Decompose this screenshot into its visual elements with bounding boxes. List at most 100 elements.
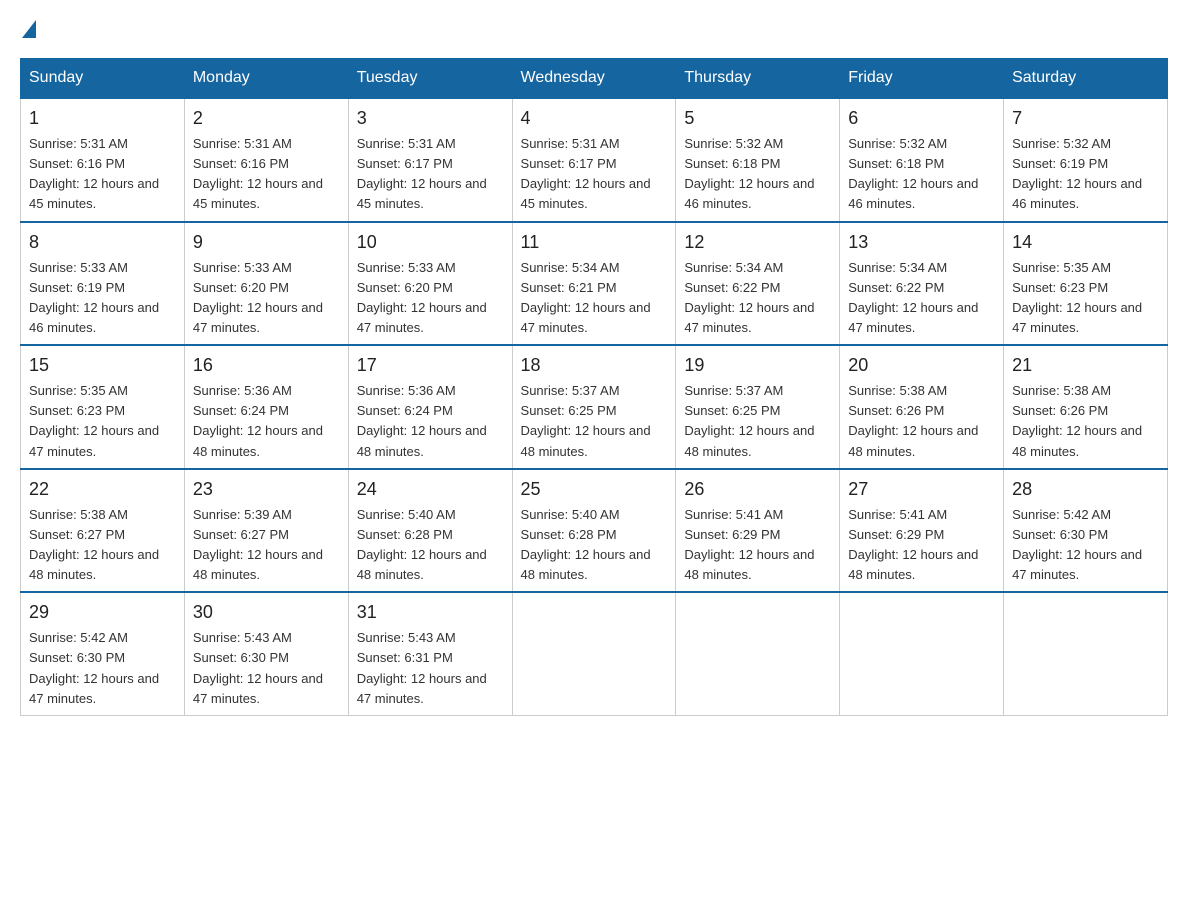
calendar-cell: 20 Sunrise: 5:38 AMSunset: 6:26 PMDaylig… — [840, 345, 1004, 469]
header-sunday: Sunday — [21, 59, 185, 99]
day-number: 4 — [521, 105, 668, 132]
calendar-cell: 4 Sunrise: 5:31 AMSunset: 6:17 PMDayligh… — [512, 98, 676, 222]
day-info: Sunrise: 5:33 AMSunset: 6:20 PMDaylight:… — [357, 260, 487, 335]
calendar-cell: 22 Sunrise: 5:38 AMSunset: 6:27 PMDaylig… — [21, 469, 185, 593]
day-info: Sunrise: 5:37 AMSunset: 6:25 PMDaylight:… — [684, 383, 814, 458]
day-number: 27 — [848, 476, 995, 503]
calendar-cell — [1004, 592, 1168, 715]
day-number: 12 — [684, 229, 831, 256]
calendar-cell: 7 Sunrise: 5:32 AMSunset: 6:19 PMDayligh… — [1004, 98, 1168, 222]
day-number: 3 — [357, 105, 504, 132]
day-number: 20 — [848, 352, 995, 379]
day-number: 16 — [193, 352, 340, 379]
week-row-4: 22 Sunrise: 5:38 AMSunset: 6:27 PMDaylig… — [21, 469, 1168, 593]
day-info: Sunrise: 5:40 AMSunset: 6:28 PMDaylight:… — [357, 507, 487, 582]
day-info: Sunrise: 5:31 AMSunset: 6:16 PMDaylight:… — [29, 136, 159, 211]
calendar-cell: 29 Sunrise: 5:42 AMSunset: 6:30 PMDaylig… — [21, 592, 185, 715]
calendar-cell: 9 Sunrise: 5:33 AMSunset: 6:20 PMDayligh… — [184, 222, 348, 346]
day-number: 31 — [357, 599, 504, 626]
day-number: 1 — [29, 105, 176, 132]
day-info: Sunrise: 5:42 AMSunset: 6:30 PMDaylight:… — [29, 630, 159, 705]
week-row-1: 1 Sunrise: 5:31 AMSunset: 6:16 PMDayligh… — [21, 98, 1168, 222]
calendar-cell: 31 Sunrise: 5:43 AMSunset: 6:31 PMDaylig… — [348, 592, 512, 715]
week-row-2: 8 Sunrise: 5:33 AMSunset: 6:19 PMDayligh… — [21, 222, 1168, 346]
calendar-cell: 24 Sunrise: 5:40 AMSunset: 6:28 PMDaylig… — [348, 469, 512, 593]
day-number: 8 — [29, 229, 176, 256]
calendar-table: SundayMondayTuesdayWednesdayThursdayFrid… — [20, 58, 1168, 716]
calendar-cell: 28 Sunrise: 5:42 AMSunset: 6:30 PMDaylig… — [1004, 469, 1168, 593]
day-number: 30 — [193, 599, 340, 626]
day-number: 6 — [848, 105, 995, 132]
calendar-cell: 26 Sunrise: 5:41 AMSunset: 6:29 PMDaylig… — [676, 469, 840, 593]
logo-triangle-icon — [22, 20, 36, 38]
week-row-3: 15 Sunrise: 5:35 AMSunset: 6:23 PMDaylig… — [21, 345, 1168, 469]
logo — [20, 20, 38, 38]
page-header — [20, 20, 1168, 38]
day-info: Sunrise: 5:35 AMSunset: 6:23 PMDaylight:… — [29, 383, 159, 458]
day-info: Sunrise: 5:43 AMSunset: 6:30 PMDaylight:… — [193, 630, 323, 705]
day-number: 22 — [29, 476, 176, 503]
day-number: 9 — [193, 229, 340, 256]
day-number: 28 — [1012, 476, 1159, 503]
calendar-cell: 25 Sunrise: 5:40 AMSunset: 6:28 PMDaylig… — [512, 469, 676, 593]
day-info: Sunrise: 5:42 AMSunset: 6:30 PMDaylight:… — [1012, 507, 1142, 582]
day-info: Sunrise: 5:38 AMSunset: 6:26 PMDaylight:… — [1012, 383, 1142, 458]
header-thursday: Thursday — [676, 59, 840, 99]
day-info: Sunrise: 5:35 AMSunset: 6:23 PMDaylight:… — [1012, 260, 1142, 335]
day-number: 17 — [357, 352, 504, 379]
day-info: Sunrise: 5:34 AMSunset: 6:22 PMDaylight:… — [848, 260, 978, 335]
day-info: Sunrise: 5:36 AMSunset: 6:24 PMDaylight:… — [193, 383, 323, 458]
header-monday: Monday — [184, 59, 348, 99]
day-number: 11 — [521, 229, 668, 256]
day-info: Sunrise: 5:33 AMSunset: 6:19 PMDaylight:… — [29, 260, 159, 335]
calendar-cell: 1 Sunrise: 5:31 AMSunset: 6:16 PMDayligh… — [21, 98, 185, 222]
day-number: 29 — [29, 599, 176, 626]
day-info: Sunrise: 5:31 AMSunset: 6:17 PMDaylight:… — [357, 136, 487, 211]
day-info: Sunrise: 5:34 AMSunset: 6:21 PMDaylight:… — [521, 260, 651, 335]
calendar-cell: 19 Sunrise: 5:37 AMSunset: 6:25 PMDaylig… — [676, 345, 840, 469]
calendar-cell: 15 Sunrise: 5:35 AMSunset: 6:23 PMDaylig… — [21, 345, 185, 469]
day-info: Sunrise: 5:32 AMSunset: 6:18 PMDaylight:… — [684, 136, 814, 211]
day-number: 25 — [521, 476, 668, 503]
header-friday: Friday — [840, 59, 1004, 99]
day-info: Sunrise: 5:32 AMSunset: 6:19 PMDaylight:… — [1012, 136, 1142, 211]
day-info: Sunrise: 5:39 AMSunset: 6:27 PMDaylight:… — [193, 507, 323, 582]
day-number: 26 — [684, 476, 831, 503]
header-saturday: Saturday — [1004, 59, 1168, 99]
calendar-cell: 2 Sunrise: 5:31 AMSunset: 6:16 PMDayligh… — [184, 98, 348, 222]
day-number: 7 — [1012, 105, 1159, 132]
day-number: 2 — [193, 105, 340, 132]
calendar-cell — [512, 592, 676, 715]
day-number: 19 — [684, 352, 831, 379]
calendar-cell: 18 Sunrise: 5:37 AMSunset: 6:25 PMDaylig… — [512, 345, 676, 469]
day-info: Sunrise: 5:31 AMSunset: 6:17 PMDaylight:… — [521, 136, 651, 211]
header-tuesday: Tuesday — [348, 59, 512, 99]
day-number: 14 — [1012, 229, 1159, 256]
calendar-cell: 13 Sunrise: 5:34 AMSunset: 6:22 PMDaylig… — [840, 222, 1004, 346]
calendar-header-row: SundayMondayTuesdayWednesdayThursdayFrid… — [21, 59, 1168, 99]
calendar-cell: 8 Sunrise: 5:33 AMSunset: 6:19 PMDayligh… — [21, 222, 185, 346]
calendar-cell: 21 Sunrise: 5:38 AMSunset: 6:26 PMDaylig… — [1004, 345, 1168, 469]
calendar-cell — [840, 592, 1004, 715]
day-number: 13 — [848, 229, 995, 256]
calendar-cell: 5 Sunrise: 5:32 AMSunset: 6:18 PMDayligh… — [676, 98, 840, 222]
day-info: Sunrise: 5:34 AMSunset: 6:22 PMDaylight:… — [684, 260, 814, 335]
calendar-cell: 16 Sunrise: 5:36 AMSunset: 6:24 PMDaylig… — [184, 345, 348, 469]
calendar-cell: 12 Sunrise: 5:34 AMSunset: 6:22 PMDaylig… — [676, 222, 840, 346]
calendar-cell — [676, 592, 840, 715]
calendar-cell: 14 Sunrise: 5:35 AMSunset: 6:23 PMDaylig… — [1004, 222, 1168, 346]
day-info: Sunrise: 5:37 AMSunset: 6:25 PMDaylight:… — [521, 383, 651, 458]
day-info: Sunrise: 5:38 AMSunset: 6:26 PMDaylight:… — [848, 383, 978, 458]
day-info: Sunrise: 5:43 AMSunset: 6:31 PMDaylight:… — [357, 630, 487, 705]
week-row-5: 29 Sunrise: 5:42 AMSunset: 6:30 PMDaylig… — [21, 592, 1168, 715]
day-number: 21 — [1012, 352, 1159, 379]
day-info: Sunrise: 5:41 AMSunset: 6:29 PMDaylight:… — [848, 507, 978, 582]
day-info: Sunrise: 5:41 AMSunset: 6:29 PMDaylight:… — [684, 507, 814, 582]
day-info: Sunrise: 5:36 AMSunset: 6:24 PMDaylight:… — [357, 383, 487, 458]
day-number: 10 — [357, 229, 504, 256]
day-info: Sunrise: 5:40 AMSunset: 6:28 PMDaylight:… — [521, 507, 651, 582]
day-info: Sunrise: 5:38 AMSunset: 6:27 PMDaylight:… — [29, 507, 159, 582]
day-number: 18 — [521, 352, 668, 379]
calendar-cell: 10 Sunrise: 5:33 AMSunset: 6:20 PMDaylig… — [348, 222, 512, 346]
calendar-cell: 3 Sunrise: 5:31 AMSunset: 6:17 PMDayligh… — [348, 98, 512, 222]
